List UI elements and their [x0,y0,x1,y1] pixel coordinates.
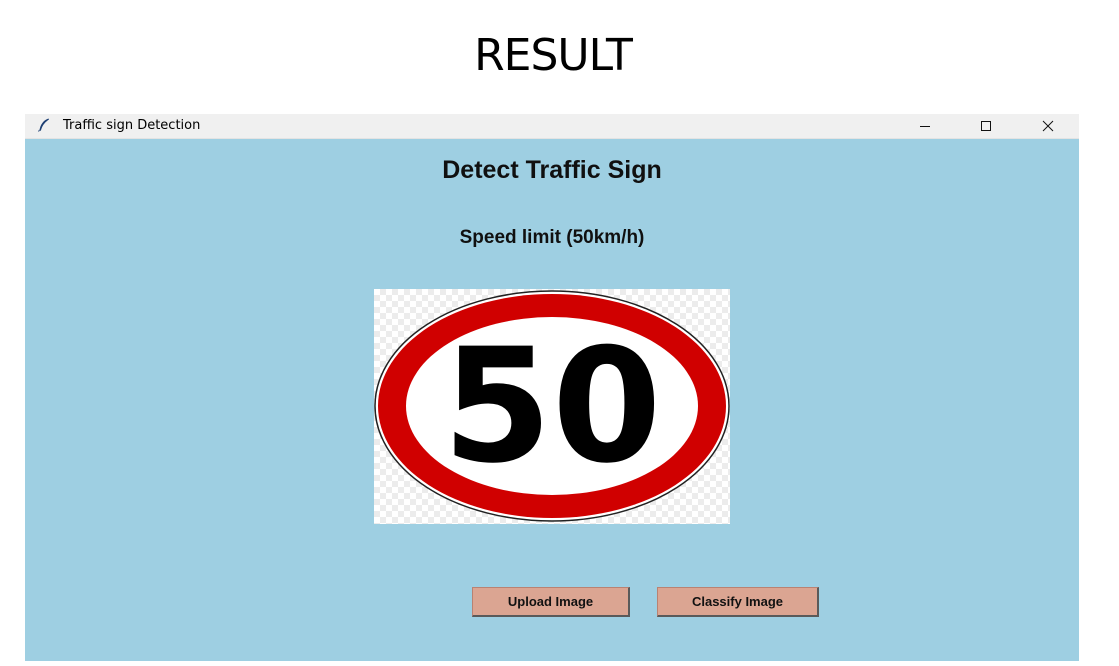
minimize-button[interactable] [902,114,948,138]
uploaded-sign-image: 50 [374,289,730,524]
window-titlebar[interactable]: Traffic sign Detection [25,114,1079,139]
upload-image-button[interactable]: Upload Image [472,587,630,617]
classify-image-button[interactable]: Classify Image [657,587,819,617]
maximize-button[interactable] [963,114,1009,138]
slide-title: RESULT [474,30,633,81]
sign-number: 50 [442,316,661,499]
window-title: Traffic sign Detection [63,118,201,133]
minimize-icon [920,126,930,127]
speed-limit-sign: 50 [374,290,730,522]
close-button[interactable] [1025,114,1071,138]
maximize-icon [981,121,991,131]
page-heading: Detect Traffic Sign [442,156,662,184]
classification-result: Speed limit (50km/h) [459,227,645,248]
feather-icon [38,118,49,132]
close-icon [1042,120,1054,132]
app-window: Traffic sign Detection Detect Traffic Si… [25,114,1079,661]
